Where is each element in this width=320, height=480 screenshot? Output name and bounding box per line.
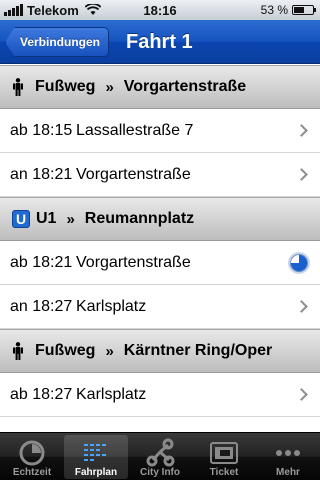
- stop-name: Vorgartenstraße: [76, 165, 191, 183]
- tab-label: Fahrplan: [74, 467, 118, 478]
- tab-label: City Info: [140, 467, 180, 478]
- section-separator: »: [66, 210, 75, 228]
- ubahn-icon: U: [12, 210, 30, 228]
- walk-icon: [13, 78, 23, 96]
- back-button[interactable]: Verbindungen: [5, 27, 110, 57]
- list-item[interactable]: ab 18:15 Lassallestraße 7: [0, 109, 320, 153]
- list-item[interactable]: an 18:21 Vorgartenstraße: [0, 153, 320, 197]
- section-header-walk-1: Fußweg » Vorgartenstraße: [0, 65, 320, 109]
- battery-percent: 53 %: [260, 3, 288, 17]
- tab-label: Mehr: [276, 467, 300, 478]
- stop-time: an 18:21: [10, 165, 73, 183]
- section-mode: Fußweg: [35, 342, 96, 359]
- pie-progress-icon[interactable]: [288, 252, 310, 274]
- status-bar: Telekom 18:16 53 %: [0, 0, 320, 20]
- stop-name: Vorgartenstraße: [76, 253, 191, 271]
- itinerary-list[interactable]: Fußweg » Vorgartenstraße ab 18:15 Lassal…: [0, 65, 320, 432]
- section-destination: Reumannplatz: [84, 210, 195, 227]
- city-info-network-icon: [146, 438, 175, 467]
- battery-icon: [292, 5, 316, 15]
- stop-name: Karlsplatz: [76, 385, 147, 403]
- stop-name: Lassallestraße 7: [76, 121, 194, 139]
- battery-fill: [294, 7, 304, 13]
- stop-time: an 18:27: [10, 297, 73, 315]
- page-title: Fahrt 1: [126, 31, 193, 53]
- list-item[interactable]: an 18:27 Karlsplatz: [0, 285, 320, 329]
- section-mode: U1: [36, 210, 57, 227]
- navigation-bar: Verbindungen Fahrt 1: [0, 20, 320, 64]
- tab-ticket[interactable]: Ticket: [192, 433, 256, 480]
- realtime-clock-icon: [19, 440, 45, 466]
- tab-mehr[interactable]: Mehr: [256, 433, 320, 480]
- tab-label: Ticket: [209, 467, 239, 478]
- tab-echtzeit[interactable]: Echtzeit: [0, 433, 64, 480]
- section-separator: »: [105, 342, 114, 360]
- walk-icon: [13, 342, 23, 360]
- tab-bar: Echtzeit Fahrplan City Info Ticket Mehr: [0, 432, 320, 480]
- list-item[interactable]: ab 18:27 Karlsplatz: [0, 373, 320, 417]
- section-destination: Kärntner Ring/Oper: [123, 342, 273, 359]
- stop-name: Karlsplatz: [76, 297, 147, 315]
- ticket-icon: [210, 442, 238, 464]
- tab-city-info[interactable]: City Info: [128, 433, 192, 480]
- tab-fahrplan[interactable]: Fahrplan: [64, 435, 128, 479]
- timetable-icon: [84, 444, 106, 461]
- tab-label: Echtzeit: [12, 467, 52, 478]
- section-destination: Vorgartenstraße: [123, 78, 247, 95]
- stop-time: ab 18:27: [10, 385, 73, 403]
- section-header-walk-2: Fußweg » Kärntner Ring/Oper: [0, 329, 320, 373]
- stop-time: ab 18:15: [10, 121, 73, 139]
- section-separator: »: [105, 78, 114, 96]
- section-header-ubahn: U U1 » Reumannplatz: [0, 197, 320, 241]
- list-item[interactable]: ab 18:21 Vorgartenstraße: [0, 241, 320, 285]
- stop-time: ab 18:21: [10, 253, 73, 271]
- section-mode: Fußweg: [35, 78, 96, 95]
- more-dots-icon: [276, 450, 300, 456]
